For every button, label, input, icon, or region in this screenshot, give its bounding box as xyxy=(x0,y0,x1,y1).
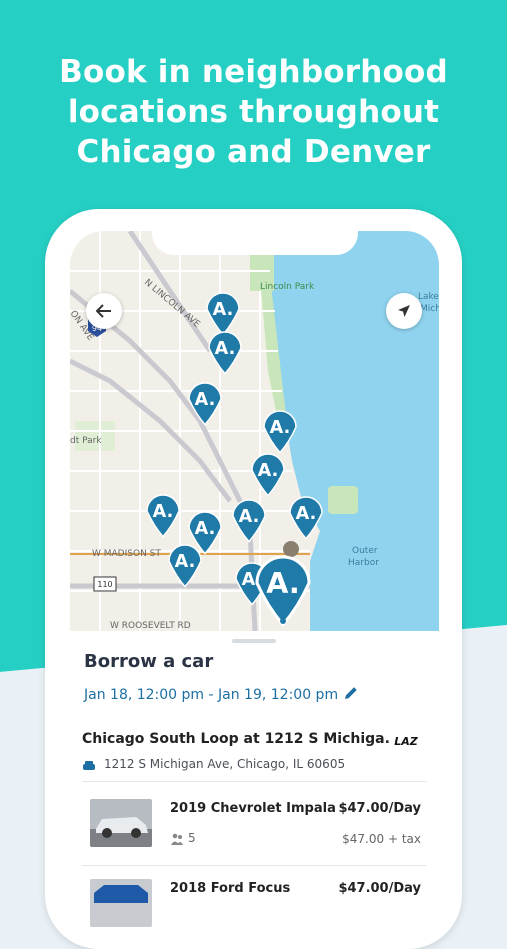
car-photo xyxy=(90,799,152,847)
map-label-lake-2: Mich xyxy=(420,304,439,314)
map-label-w-madison: W MADISON ST xyxy=(92,549,161,559)
headline-line-2: locations throughout xyxy=(67,94,440,130)
pin-label: A. xyxy=(175,552,196,572)
map-label-outer: Outer xyxy=(352,546,378,556)
car-name: 2019 Chevrolet Impala xyxy=(170,801,336,816)
map-label-harbor: Harbor xyxy=(348,558,379,568)
seats-icon xyxy=(170,831,184,850)
location-dot xyxy=(280,618,286,624)
pin-label: A. xyxy=(213,300,234,320)
app-screen: N LINCOLN AVE ON AVE dt Park W MADISON S… xyxy=(70,231,439,931)
edit-dates-pencil-icon[interactable] xyxy=(342,684,360,706)
location-name[interactable]: Chicago South Loop at 1212 S Michiga... xyxy=(82,731,401,747)
route-110-shield: 110 xyxy=(93,576,117,592)
map-label-lincoln-park: Lincoln Park xyxy=(260,282,315,292)
pin-label: A. xyxy=(239,507,260,527)
car-photo xyxy=(90,879,152,927)
car-price: $47.00/Day xyxy=(338,881,421,896)
sheet-title: Borrow a car xyxy=(84,651,214,672)
divider xyxy=(82,781,427,782)
pin-label: A. xyxy=(195,390,216,410)
pin-label: A. xyxy=(270,418,291,438)
map[interactable]: N LINCOLN AVE ON AVE dt Park W MADISON S… xyxy=(70,231,439,631)
headline-line-1: Book in neighborhood xyxy=(59,54,448,90)
poi-star-icon xyxy=(283,541,299,557)
arrow-left-icon xyxy=(96,304,111,318)
car-price: $47.00/Day xyxy=(338,801,421,816)
pin-label: A. xyxy=(195,519,216,539)
phone-notch xyxy=(152,209,358,255)
car-row[interactable]: 2018 Ford Focus $47.00/Day xyxy=(70,879,439,931)
pin-label: A. xyxy=(153,502,174,522)
navigation-arrow-icon xyxy=(398,305,410,317)
headline: Book in neighborhood locations throughou… xyxy=(0,52,507,172)
pin-label: A. xyxy=(215,339,236,359)
divider xyxy=(82,865,427,866)
bottom-sheet: Borrow a car Jan 18, 12:00 pm - Jan 19, … xyxy=(70,631,439,931)
svg-text:110: 110 xyxy=(97,580,112,589)
back-button[interactable] xyxy=(86,293,122,329)
map-label-w-roosevelt: W ROOSEVELT RD xyxy=(110,621,191,631)
price-with-tax: $47.00 + tax xyxy=(342,832,421,846)
sheet-handle[interactable] xyxy=(232,639,276,643)
laz-logo: LAZ xyxy=(390,732,422,748)
pin-label: A. xyxy=(258,461,279,481)
pin-label: A. xyxy=(296,504,317,524)
date-range[interactable]: Jan 18, 12:00 pm - Jan 19, 12:00 pm xyxy=(84,687,338,703)
map-label-dt-park: dt Park xyxy=(70,436,102,446)
car-row[interactable]: 2019 Chevrolet Impala $47.00/Day 5 $47.0… xyxy=(70,799,439,859)
location-address: 1212 S Michigan Ave, Chicago, IL 60605 xyxy=(104,757,346,771)
pin-label: A. xyxy=(266,566,300,600)
car-name: 2018 Ford Focus xyxy=(170,881,291,896)
locate-me-button[interactable] xyxy=(386,293,422,329)
seat-count: 5 xyxy=(188,831,196,845)
svg-text:LAZ: LAZ xyxy=(394,735,419,747)
map-label-lake: Lake xyxy=(418,292,439,302)
headline-line-3: Chicago and Denver xyxy=(76,134,431,170)
car-icon xyxy=(82,757,96,776)
